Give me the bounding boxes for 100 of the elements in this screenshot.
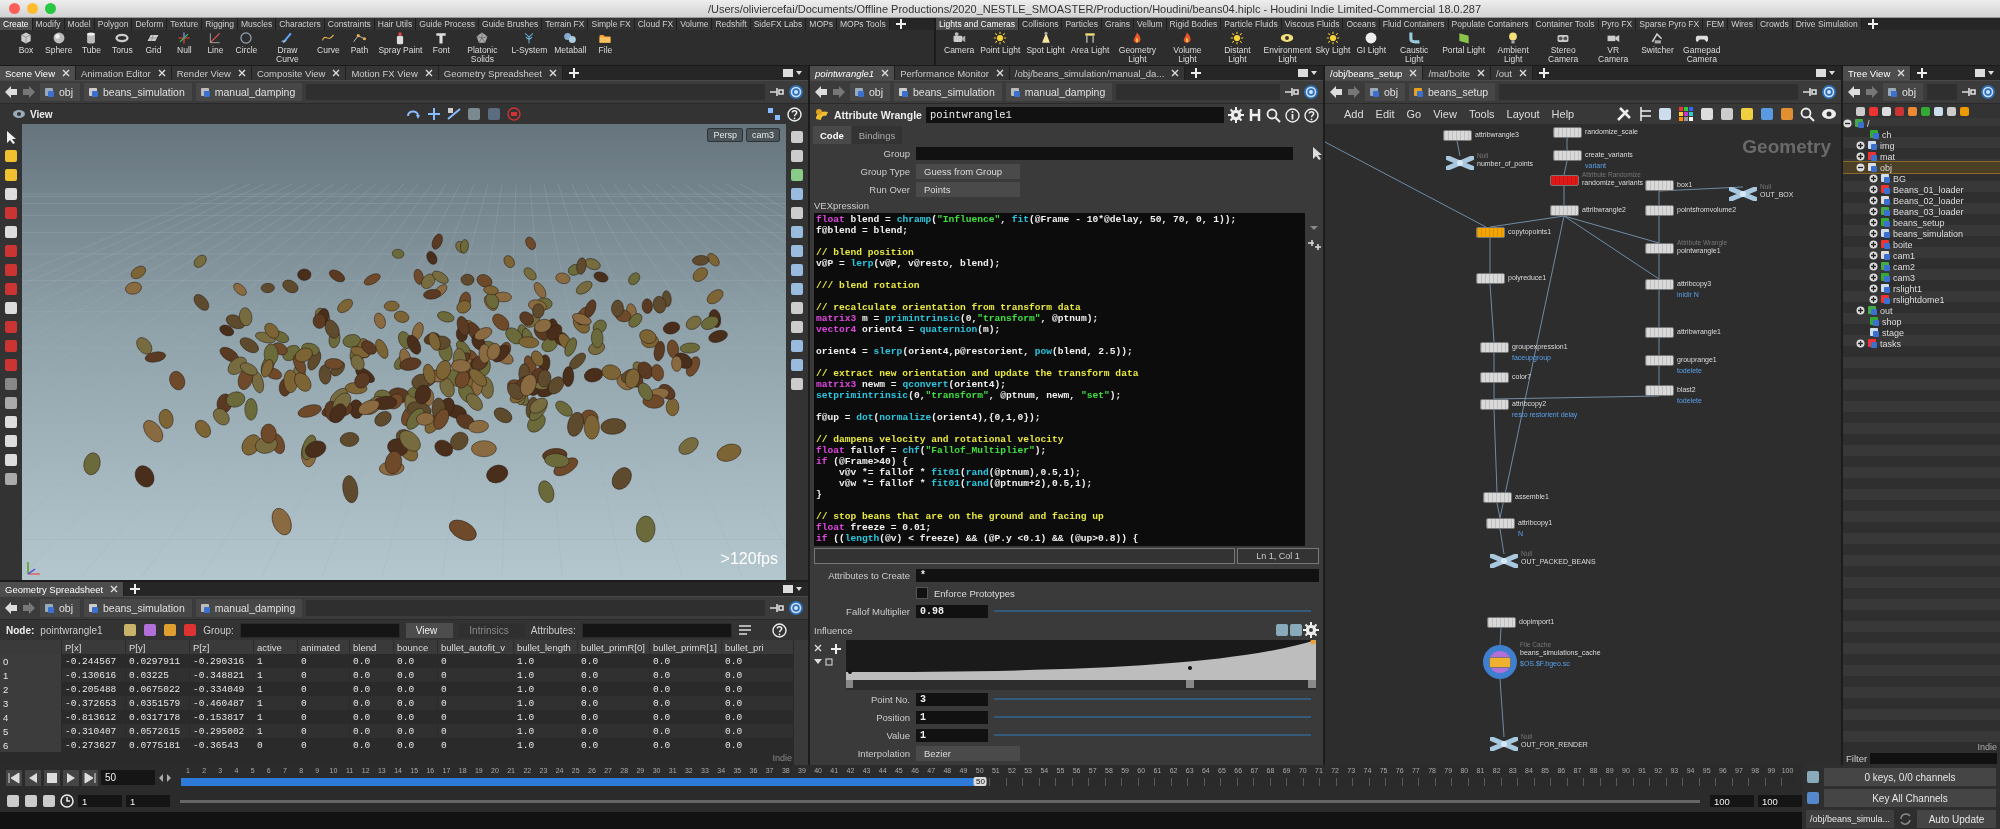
shelf-tool-button[interactable]: L-System bbox=[509, 31, 550, 55]
tree-item[interactable]: Beans_01_loader bbox=[1843, 184, 2000, 195]
frame-range-field[interactable]: 1 bbox=[126, 795, 170, 807]
shelf-tool-button[interactable]: Platonic Solids bbox=[458, 31, 507, 63]
shelf-tool-button[interactable]: Null bbox=[170, 31, 199, 55]
dropdown-menu[interactable]: Bezier bbox=[916, 745, 1020, 761]
shelf-tool-button[interactable]: Volume Light bbox=[1163, 31, 1212, 63]
shelf-tab[interactable]: Simple FX bbox=[588, 18, 635, 30]
column-header[interactable]: P[y] bbox=[126, 640, 190, 654]
shelf-tool-button[interactable]: Stereo Camera bbox=[1539, 31, 1588, 63]
breadcrumb[interactable]: beans_setup bbox=[1409, 83, 1496, 101]
shelf-tool-button[interactable]: Sky Light bbox=[1313, 31, 1353, 55]
number-field[interactable]: 1 bbox=[916, 728, 988, 742]
pane-tab[interactable]: Composite View bbox=[251, 66, 347, 80]
shelf-tab[interactable]: Create bbox=[0, 18, 33, 30]
shelf-tab[interactable]: Model bbox=[64, 18, 95, 30]
column-header[interactable]: bullet_length bbox=[514, 640, 578, 654]
node-name-field[interactable]: pointwrangle1 bbox=[925, 107, 1224, 123]
column-header[interactable]: bullet_pri bbox=[722, 640, 794, 654]
shelf-tool-button[interactable]: Portal Light bbox=[1440, 31, 1488, 55]
frame-field[interactable]: 50 bbox=[101, 770, 155, 785]
tree-item[interactable]: beans_setup bbox=[1843, 217, 2000, 228]
breadcrumb[interactable]: beans_simulation bbox=[84, 83, 192, 101]
column-header[interactable]: P[z] bbox=[190, 640, 254, 654]
tree-item[interactable]: Beans_02_loader bbox=[1843, 195, 2000, 206]
camera-menu-button[interactable]: Persp bbox=[707, 128, 743, 142]
shelf-tab[interactable]: Particle Fluids bbox=[1221, 18, 1282, 30]
pane-tab[interactable]: Scene View bbox=[0, 66, 76, 80]
view-button[interactable]: View bbox=[405, 622, 454, 638]
breadcrumb[interactable]: obj bbox=[40, 599, 80, 617]
parameter-tab[interactable]: Code bbox=[813, 126, 851, 144]
shelf-tab[interactable]: Muscles bbox=[238, 18, 277, 30]
dropdown-menu[interactable]: Guess from Group bbox=[916, 163, 1020, 179]
column-header[interactable]: active bbox=[254, 640, 298, 654]
shelf-tool-button[interactable]: Spot Light bbox=[1024, 31, 1067, 55]
shelf-tab[interactable]: FEM bbox=[1703, 18, 1729, 30]
tree-item[interactable]: beans_simulation bbox=[1843, 228, 2000, 239]
column-header[interactable]: P[x] bbox=[62, 640, 126, 654]
shelf-tab[interactable]: Collisions bbox=[1019, 18, 1063, 30]
menu-item[interactable]: Tools bbox=[1463, 108, 1500, 120]
breadcrumb[interactable]: beans_simulation bbox=[84, 599, 192, 617]
shelf-tab[interactable]: Deform bbox=[132, 18, 168, 30]
viewport[interactable]: Persp cam3 >120fps bbox=[22, 124, 786, 580]
number-field[interactable]: 0.98 bbox=[916, 604, 988, 618]
shelf-tool-button[interactable]: Font bbox=[427, 31, 456, 55]
dropdown-menu[interactable]: Points bbox=[916, 181, 1020, 197]
shelf-tool-button[interactable]: Environment Light bbox=[1263, 31, 1312, 63]
shelf-tool-button[interactable]: Spray Paint bbox=[376, 31, 425, 55]
breadcrumb[interactable]: obj bbox=[850, 83, 890, 101]
breadcrumb[interactable]: manual_damping bbox=[1005, 83, 1113, 101]
code-editor[interactable]: float blend = chramp("Influence", fit(@Frame - 10*@delay, 50, 70, 0, 1)); f@blend = blend; // blend position v@P = lerp(v@P, v@resto, blend); /// blend rotation // recalculate orientation from transform data matrix3 m = primintrinsic(0,"transform", @ptnum); vector4 orient4 = quaternion(m); orient4 = slerp(orient4,p@restorient, pow(blend, 2.5)); // extract new orientation and update the transform data matrix3 newm = qconvert(orient4); setprimintrinsic(0,"transform", @ptnum, newm, "set"); f@up = dot(normalize(orient4),{0,1,0}); // dampens velocity and rotational velocity float fallof = chf("Fallof_Multiplier"); if (@Frame>40) { v@v *= fallof * fit01(rand(@ptnum),0.5,1); v@w *= fallof * fit01(rand(@ptnum+2),0.5,1); } // stop beans that are on the ground and facing up float freeze = 0.01; if ((length(@v) < freeze) && (@P.y <0.1) && (@up>0.8)) { bbox=[814, 213, 1305, 546]
pane-tab[interactable]: pointwrangle1 bbox=[810, 66, 896, 80]
column-header[interactable]: bullet_primR[1] bbox=[650, 640, 722, 654]
shelf-tab[interactable]: Vellum bbox=[1134, 18, 1167, 30]
shelf-tab[interactable]: Guide Process bbox=[416, 18, 479, 30]
pane-tab[interactable]: Geometry Spreadsheet bbox=[438, 66, 563, 80]
column-header[interactable]: bullet_primR[0] bbox=[578, 640, 650, 654]
shelf-tool-button[interactable]: Draw Curve bbox=[263, 31, 312, 63]
pane-tab[interactable]: /out bbox=[1491, 66, 1533, 80]
shelf-tab[interactable]: Hair Utils bbox=[374, 18, 417, 30]
breadcrumb[interactable]: manual_damping bbox=[195, 83, 303, 101]
shelf-tab[interactable]: Lights and Cameras bbox=[936, 18, 1020, 30]
shelf-tool-button[interactable]: Camera bbox=[942, 31, 977, 55]
breadcrumb[interactable]: obj bbox=[1365, 83, 1405, 101]
menu-item[interactable]: Help bbox=[1546, 108, 1580, 120]
breadcrumb[interactable]: manual_damping bbox=[195, 599, 303, 617]
shelf-tab[interactable]: Crowds bbox=[1756, 18, 1793, 30]
shelf-tab[interactable]: Sparse Pyro FX bbox=[1636, 18, 1704, 30]
tree-item[interactable]: Beans_03_loader bbox=[1843, 206, 2000, 217]
pane-tab[interactable]: Animation Editor bbox=[76, 66, 172, 80]
menu-item[interactable]: Edit bbox=[1370, 108, 1400, 120]
frame-range-field[interactable]: 1 bbox=[78, 795, 122, 807]
shelf-tab[interactable]: Particles bbox=[1062, 18, 1103, 30]
channels-menu[interactable]: 0 keys, 0/0 channels bbox=[1824, 768, 1996, 786]
shelf-tab[interactable]: SideFX Labs bbox=[750, 18, 807, 30]
pane-tab[interactable]: Performance Monitor bbox=[895, 66, 1010, 80]
text-field[interactable]: * bbox=[916, 568, 1319, 582]
frame-range-field[interactable]: 100 bbox=[1758, 795, 1802, 807]
shelf-tab[interactable]: Grains bbox=[1102, 18, 1135, 30]
shelf-tab[interactable]: Polygon bbox=[94, 18, 133, 30]
shelf-tab[interactable]: Characters bbox=[276, 18, 325, 30]
shelf-tab[interactable]: Pyro FX bbox=[1598, 18, 1637, 30]
tree-item[interactable]: out bbox=[1843, 305, 2000, 316]
shelf-tool-button[interactable]: Grid bbox=[139, 31, 168, 55]
shelf-tab[interactable]: Rigid Bodies bbox=[1166, 18, 1222, 30]
tree-item[interactable]: cam2 bbox=[1843, 261, 2000, 272]
menu-item[interactable]: Go bbox=[1401, 108, 1427, 120]
shelf-tab[interactable]: MOPs bbox=[806, 18, 837, 30]
tree-item[interactable]: rslight1 bbox=[1843, 283, 2000, 294]
pane-tab[interactable]: Motion FX View bbox=[346, 66, 439, 80]
tree-item[interactable]: img bbox=[1843, 140, 2000, 151]
shelf-tool-button[interactable]: Line bbox=[201, 31, 230, 55]
shelf-tool-button[interactable]: Caustic Light bbox=[1390, 31, 1439, 63]
column-header[interactable]: bullet_autofit_v bbox=[438, 640, 514, 654]
pane-tab[interactable]: Geometry Spreadsheet bbox=[0, 582, 125, 596]
frame-range-field[interactable]: 100 bbox=[1710, 795, 1754, 807]
shelf-tab[interactable]: Guide Brushes bbox=[479, 18, 543, 30]
tree-item[interactable]: ch bbox=[1843, 129, 2000, 140]
shelf-tool-button[interactable]: Geometry Light bbox=[1113, 31, 1162, 63]
tree-item[interactable]: tasks bbox=[1843, 338, 2000, 349]
